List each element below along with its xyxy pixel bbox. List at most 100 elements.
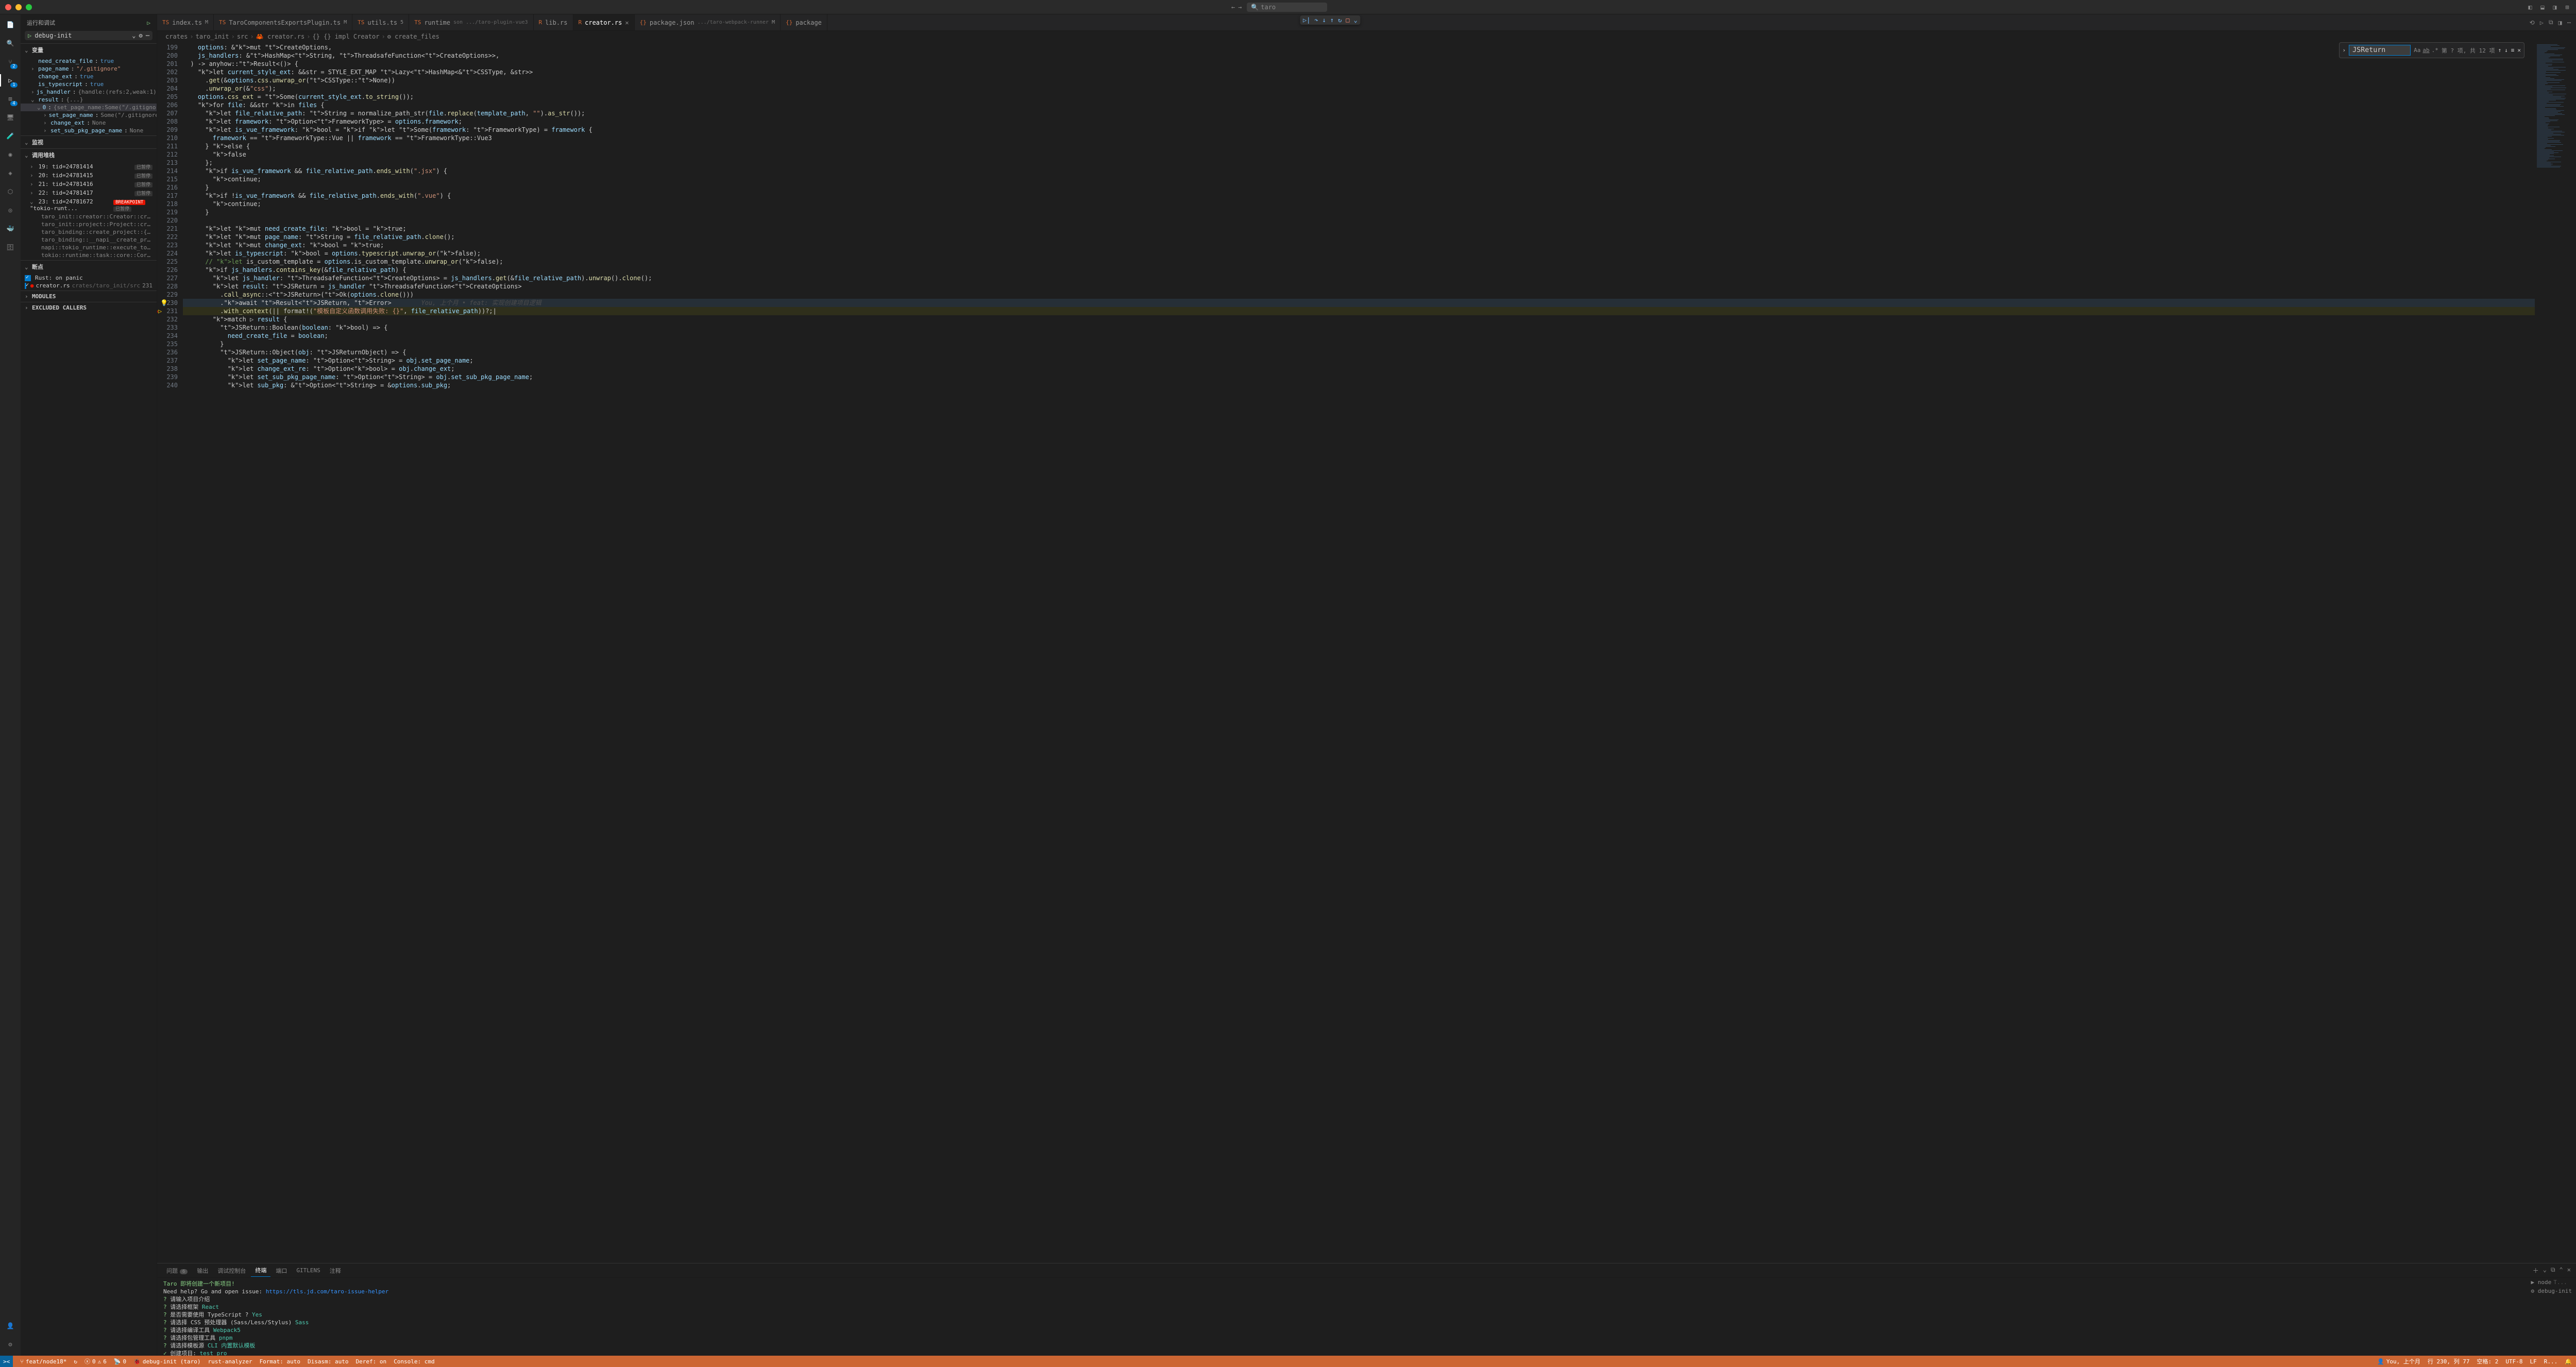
editor-tab[interactable]: {} package.json .../taro-webpack-runner … bbox=[635, 14, 781, 30]
panel-tab[interactable]: 注释 bbox=[326, 1265, 345, 1277]
editor-tab[interactable]: TS utils.ts 5 bbox=[352, 14, 409, 30]
find-prev[interactable]: ↑ bbox=[2498, 47, 2502, 54]
split-terminal-icon[interactable]: ⧉ bbox=[2551, 1266, 2555, 1275]
breadcrumb-item[interactable]: 🦀 creator.rs bbox=[256, 33, 304, 40]
stack-frame[interactable]: taro_binding::__napi__create_project::{{… bbox=[21, 236, 157, 244]
stack-frame[interactable]: taro_init::project::Project::create::{{c… bbox=[21, 220, 157, 228]
debug-more[interactable]: ⌄ bbox=[1353, 16, 1357, 24]
find-selection[interactable]: ≡ bbox=[2511, 47, 2515, 54]
thread-item[interactable]: ⌄ 23: tid=24781672 "tokio-runt...BREAKPO… bbox=[21, 197, 157, 213]
encoding-status[interactable]: UTF-8 bbox=[2505, 1358, 2522, 1365]
thread-item[interactable]: › 21: tid=24781416已暂停 bbox=[21, 180, 157, 189]
breakpoint-item[interactable]: Rust: on panic bbox=[21, 274, 157, 282]
layout-panel-icon[interactable]: ⬓ bbox=[2539, 4, 2546, 11]
match-word-icon[interactable]: ab bbox=[2422, 47, 2429, 54]
explorer-icon[interactable]: 📄 bbox=[4, 19, 16, 31]
project-icon[interactable]: ⬡ bbox=[4, 185, 16, 198]
find-close[interactable]: ✕ bbox=[2517, 47, 2521, 54]
ports-status[interactable]: 📡 0 bbox=[114, 1358, 126, 1365]
remote-button[interactable]: >< bbox=[0, 1356, 13, 1367]
code-content[interactable]: options: &"k">mut "t">CreateOptions, js_… bbox=[183, 42, 2535, 1263]
bookmarks-icon[interactable]: ◎ bbox=[4, 204, 16, 216]
step-out-button[interactable]: ↑ bbox=[1330, 16, 1334, 24]
analyzer-status[interactable]: rust-analyzer bbox=[208, 1358, 252, 1365]
lang-status[interactable]: R... bbox=[2544, 1358, 2558, 1365]
continue-button[interactable]: ▷| bbox=[1303, 16, 1310, 24]
position-status[interactable]: 行 230, 列 77 bbox=[2428, 1357, 2470, 1365]
thread-item[interactable]: › 20: tid=24781415已暂停 bbox=[21, 171, 157, 180]
nav-back[interactable]: ← bbox=[1231, 4, 1235, 11]
layout-sidebar-left-icon[interactable]: ◧ bbox=[2527, 4, 2534, 11]
new-terminal-icon[interactable]: ＋ bbox=[2533, 1266, 2539, 1275]
regex-icon[interactable]: .* bbox=[2432, 47, 2438, 54]
search-activity-icon[interactable]: 🔍 bbox=[4, 37, 16, 49]
run-icon[interactable]: ▷ bbox=[2540, 19, 2544, 26]
find-next[interactable]: ↓ bbox=[2504, 47, 2508, 54]
modules-section[interactable]: ›MODULES bbox=[21, 291, 157, 302]
extensions-icon[interactable]: ⊞4 bbox=[4, 93, 16, 105]
panel-tab[interactable]: 端口 bbox=[272, 1265, 291, 1277]
testing-icon[interactable]: 🧪 bbox=[4, 130, 16, 142]
thread-item[interactable]: › 19: tid=24781414已暂停 bbox=[21, 162, 157, 171]
variable-item[interactable]: need_create_file: true bbox=[21, 57, 157, 65]
maximize-panel-icon[interactable]: ⌃ bbox=[2560, 1266, 2563, 1275]
compare-icon[interactable]: ⟲ bbox=[2530, 19, 2535, 26]
restart-button[interactable]: ↻ bbox=[1338, 16, 1342, 24]
eol-status[interactable]: LF bbox=[2530, 1358, 2537, 1365]
branch-status[interactable]: ⑂ feat/node18* bbox=[20, 1358, 66, 1365]
editor-tab[interactable]: R lib.rs bbox=[534, 14, 573, 30]
minimize-window[interactable] bbox=[15, 4, 22, 10]
variable-item[interactable]: ›page_name: "/.gitignore" bbox=[21, 65, 157, 73]
nav-forward[interactable]: → bbox=[1238, 4, 1242, 11]
gear-icon[interactable]: ⚙ bbox=[139, 32, 143, 39]
breadcrumb-item[interactable]: ⚙ create_files bbox=[387, 33, 439, 40]
excluded-callers-section[interactable]: ›EXCLUDED CALLERS bbox=[21, 302, 157, 313]
thread-item[interactable]: › 22: tid=24781417已暂停 bbox=[21, 189, 157, 197]
panel-tab[interactable]: GITLENS bbox=[292, 1265, 324, 1276]
deref-status[interactable]: Deref: on bbox=[356, 1358, 387, 1365]
callstack-section[interactable]: ⌄调用堆栈 bbox=[21, 149, 157, 161]
format-status[interactable]: Format: auto bbox=[260, 1358, 300, 1365]
github-icon[interactable]: ◉ bbox=[4, 148, 16, 161]
editor-tab[interactable]: {} package bbox=[781, 14, 827, 30]
panel-tab[interactable]: 终端 bbox=[251, 1264, 270, 1277]
console-status[interactable]: Console: cmd bbox=[394, 1358, 434, 1365]
terminal-dropdown-icon[interactable]: ⌄ bbox=[2543, 1266, 2547, 1275]
minimap[interactable] bbox=[2535, 42, 2576, 1263]
remote-explorer-icon[interactable]: 🖥 bbox=[4, 111, 16, 124]
breakpoint-item[interactable]: ● creator.rs crates/taro_init/src 231 bbox=[21, 282, 157, 289]
step-into-button[interactable]: ↓ bbox=[1323, 16, 1326, 24]
more-actions-icon[interactable]: ⋯ bbox=[2567, 19, 2571, 26]
maximize-window[interactable] bbox=[26, 4, 32, 10]
stack-frame[interactable]: taro_init::creator::Creator::create_file… bbox=[21, 213, 157, 220]
match-case-icon[interactable]: Aa bbox=[2414, 47, 2420, 54]
stack-frame[interactable]: napi::tokio_runtime::execute_tokio_futur… bbox=[21, 244, 157, 251]
panel-tab[interactable]: 问题6 bbox=[162, 1265, 192, 1277]
variable-item[interactable]: ›change_ext: None bbox=[21, 119, 157, 127]
close-window[interactable] bbox=[5, 4, 11, 10]
editor-tab[interactable]: TS TaroComponentsExportsPlugin.ts M bbox=[214, 14, 352, 30]
breadcrumb-item[interactable]: taro_init bbox=[196, 33, 229, 40]
variable-item[interactable]: ⌄0: {set_page_name:Some("/.gitignore"), … bbox=[21, 104, 157, 111]
problems-status[interactable]: ⓧ 0 ⚠ 6 bbox=[84, 1357, 107, 1365]
variable-item[interactable]: ›set_sub_pkg_page_name: None bbox=[21, 127, 157, 134]
database-icon[interactable]: 🗄 bbox=[4, 241, 16, 253]
variable-item[interactable]: ›js_handler: {handle:(refs:2,weak:1) {..… bbox=[21, 88, 157, 96]
editor-tab[interactable]: TS index.ts M bbox=[157, 14, 214, 30]
panel-tab[interactable]: 调试控制台 bbox=[213, 1265, 250, 1277]
breadcrumb-item[interactable]: {} {} impl Creator bbox=[312, 33, 379, 40]
variable-item[interactable]: ⌄result: {...} bbox=[21, 96, 157, 104]
breakpoints-section[interactable]: ⌄断点 bbox=[21, 261, 157, 273]
stack-frame[interactable]: taro_binding::create_project::{{closure}… bbox=[21, 228, 157, 236]
debug-status[interactable]: 🐞 debug-init (taro) bbox=[133, 1358, 200, 1365]
editor-tab[interactable]: TS runtime son .../taro-plugin-vue3 bbox=[409, 14, 533, 30]
docker-icon[interactable]: 🐳 bbox=[4, 223, 16, 235]
panel-tab[interactable]: 输出 bbox=[193, 1265, 212, 1277]
stop-button[interactable]: □ bbox=[1346, 16, 1349, 24]
gitlens-icon[interactable]: ◈ bbox=[4, 167, 16, 179]
notifications-icon[interactable]: 🔔 bbox=[2565, 1358, 2572, 1365]
layout-customize-icon[interactable]: ⊞ bbox=[2564, 4, 2571, 11]
variable-item[interactable]: change_ext: true bbox=[21, 73, 157, 80]
layout-sidebar-right-icon[interactable]: ◨ bbox=[2551, 4, 2558, 11]
variables-section[interactable]: ⌄变量 bbox=[21, 44, 157, 56]
